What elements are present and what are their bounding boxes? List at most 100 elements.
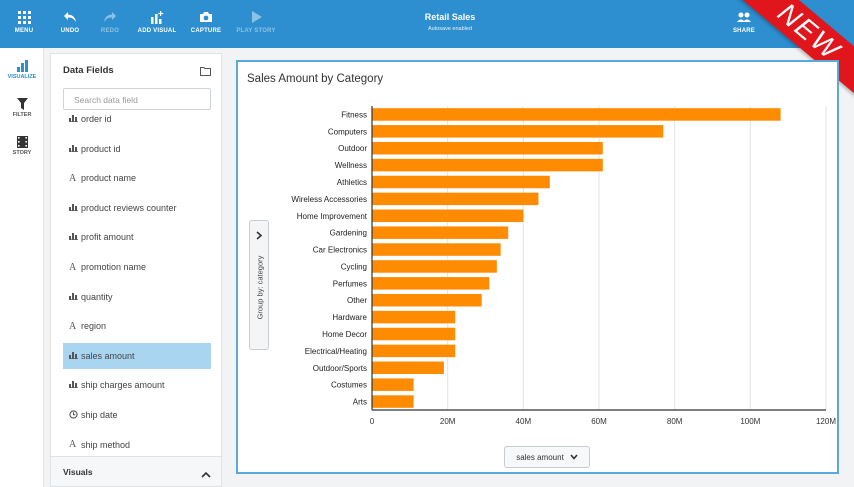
bar-chart: 0 20M 40M 60M 80M 100M 120M Fitness Computers Out… xyxy=(291,106,836,426)
bar xyxy=(372,378,414,391)
play-story-label: PLAY STORY xyxy=(236,28,276,34)
category-label: Arts xyxy=(353,398,367,407)
redo-icon xyxy=(103,6,117,28)
field-item[interactable]: ship date xyxy=(63,402,211,428)
rail-story-label: STORY xyxy=(12,150,32,156)
capture-button[interactable]: CAPTURE xyxy=(186,6,226,44)
x-tick-label: 40M xyxy=(516,417,532,426)
category-label: Cycling xyxy=(341,262,367,271)
category-label: Wellness xyxy=(335,161,367,170)
field-item-label: ship method xyxy=(81,439,131,450)
field-item[interactable]: sales amount xyxy=(63,342,211,369)
analysis-name: Retail Sales xyxy=(424,12,476,22)
measure-icon xyxy=(63,351,81,361)
x-tick-label: 80M xyxy=(667,417,683,426)
undo-icon xyxy=(63,6,77,28)
visual-card[interactable]: Sales Amount by Category 0 20M 40M 60M 80M 10… xyxy=(236,60,839,474)
field-item[interactable]: Apromotion name xyxy=(63,254,211,280)
bar xyxy=(372,125,664,138)
field-item-label: quantity xyxy=(81,291,113,302)
redo-button[interactable]: REDO xyxy=(92,6,128,44)
field-item[interactable]: order id xyxy=(63,106,211,132)
field-item[interactable]: profit amount xyxy=(63,224,211,250)
field-item[interactable]: ship charges amount xyxy=(63,372,211,398)
field-item[interactable]: Aship method xyxy=(63,432,211,458)
chevron-up-icon xyxy=(201,465,211,483)
measure-icon xyxy=(63,203,81,213)
field-item[interactable]: product reviews counter xyxy=(63,195,211,221)
bar xyxy=(372,141,603,155)
bar xyxy=(372,310,456,324)
category-label: Computers xyxy=(328,127,367,136)
bar xyxy=(372,192,539,206)
text-icon: A xyxy=(69,320,77,332)
data-fields-panel: Data Fields Search data field order id pr… xyxy=(50,53,222,487)
text-icon: A xyxy=(69,439,77,451)
field-item[interactable]: Aproduct name xyxy=(63,165,211,191)
visuals-label: Visuals xyxy=(63,467,93,477)
field-item[interactable]: Aregion xyxy=(63,313,211,339)
left-nav-rail: VISUALIZE FILTER STORY xyxy=(0,48,44,487)
field-item-label: ship charges amount xyxy=(81,380,165,391)
field-item-label: region xyxy=(81,321,107,332)
filter-icon xyxy=(0,94,44,110)
category-label: Outdoor/Sports xyxy=(313,364,367,373)
add-visual-label: ADD VISUAL xyxy=(137,28,177,34)
bar xyxy=(372,344,456,358)
category-label: Fitness xyxy=(341,110,367,119)
text-icon: A xyxy=(69,172,77,184)
rail-filter[interactable]: FILTER xyxy=(0,94,44,118)
play-story-button[interactable]: PLAY STORY xyxy=(232,6,280,44)
bar xyxy=(372,175,550,189)
x-tick-label: 20M xyxy=(440,417,456,426)
x-axis-field-label: sales amount xyxy=(516,452,564,462)
field-item-label: profit amount xyxy=(81,232,134,243)
group-by-field-well[interactable]: Group by: category xyxy=(249,220,269,350)
rail-filter-label: FILTER xyxy=(12,112,32,118)
grid-menu-icon xyxy=(17,6,31,28)
folder-icon[interactable] xyxy=(200,63,211,81)
rail-visualize-label: VISUALIZE xyxy=(7,74,37,80)
measure-icon xyxy=(63,144,81,154)
x-tick-label: 0 xyxy=(370,417,375,426)
x-axis-field-button[interactable]: sales amount xyxy=(504,446,590,468)
menu-label: MENU xyxy=(14,28,34,34)
data-fields-title: Data Fields xyxy=(63,65,114,76)
measure-icon xyxy=(63,232,81,242)
menu-button[interactable]: MENU xyxy=(4,6,44,44)
category-label: Athletics xyxy=(337,178,367,187)
autosave-status: Autosave enabled xyxy=(427,26,473,32)
field-item-label: product reviews counter xyxy=(81,202,177,213)
bar xyxy=(372,395,414,408)
category-label: Wireless Accessories xyxy=(291,195,367,204)
x-tick-label: 60M xyxy=(591,417,607,426)
bar xyxy=(372,277,490,290)
bar xyxy=(372,327,456,341)
category-label: Costumes xyxy=(331,381,367,390)
measure-icon xyxy=(63,114,81,124)
measure-icon xyxy=(63,292,81,302)
field-item-label: ship date xyxy=(81,410,118,420)
add-visual-button[interactable]: ADD VISUAL xyxy=(132,6,182,44)
rail-visualize[interactable]: VISUALIZE xyxy=(0,56,44,80)
rail-story[interactable]: STORY xyxy=(0,132,44,156)
bar xyxy=(372,361,444,375)
field-item-label: promotion name xyxy=(81,262,147,272)
play-icon xyxy=(251,6,262,28)
bar-chart-icon xyxy=(0,56,44,72)
bar xyxy=(372,243,501,256)
film-icon xyxy=(0,132,44,148)
category-label: Other xyxy=(347,296,367,305)
field-item-label: sales amount xyxy=(81,350,135,361)
bar xyxy=(372,108,781,121)
bar xyxy=(372,158,603,172)
camera-icon xyxy=(199,6,213,28)
undo-button[interactable]: UNDO xyxy=(50,6,90,44)
field-item[interactable]: product id xyxy=(63,136,211,162)
measure-icon xyxy=(63,380,81,390)
category-label: Home Improvement xyxy=(297,212,368,221)
visuals-section-header[interactable]: Visuals xyxy=(51,456,221,486)
bar xyxy=(372,293,482,307)
field-item-label: order id xyxy=(81,114,112,124)
field-item[interactable]: quantity xyxy=(63,284,211,310)
